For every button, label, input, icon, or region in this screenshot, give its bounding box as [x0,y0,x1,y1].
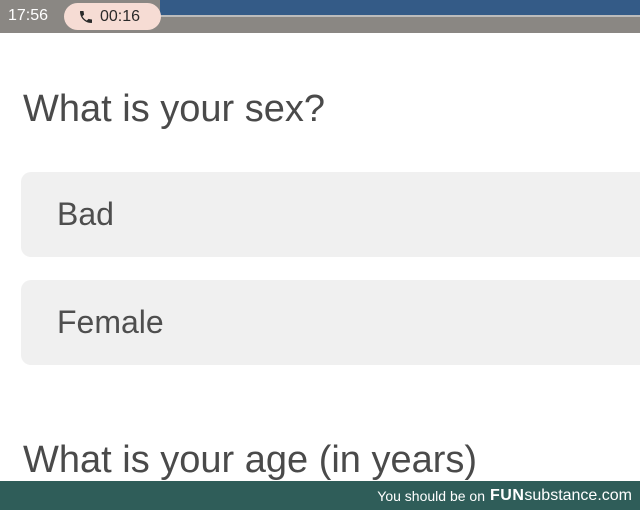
phone-icon [78,9,94,25]
survey-screen: 17:56 00:16 What is your sex? Bad Female… [0,0,640,510]
call-duration: 00:16 [100,7,141,25]
question-age: What is your age (in years) [23,439,478,481]
option-label: Bad [57,196,114,232]
status-bar: 17:56 00:16 [0,0,640,33]
status-bar-accent-strip [160,0,640,15]
status-time: 17:56 [8,7,49,24]
question-sex: What is your sex? [23,88,325,130]
option-bad[interactable]: Bad [21,172,640,257]
watermark-banner: You should be on FUN substance.com [0,481,640,510]
watermark-brand-rest: substance.com [524,486,632,504]
ongoing-call-pill[interactable]: 00:16 [64,3,161,30]
status-bar-divider [160,15,640,17]
option-female[interactable]: Female [21,280,640,365]
watermark-prefix: You should be on [377,487,485,504]
watermark-brand-bold: FUN [490,486,525,504]
option-label: Female [57,304,164,340]
